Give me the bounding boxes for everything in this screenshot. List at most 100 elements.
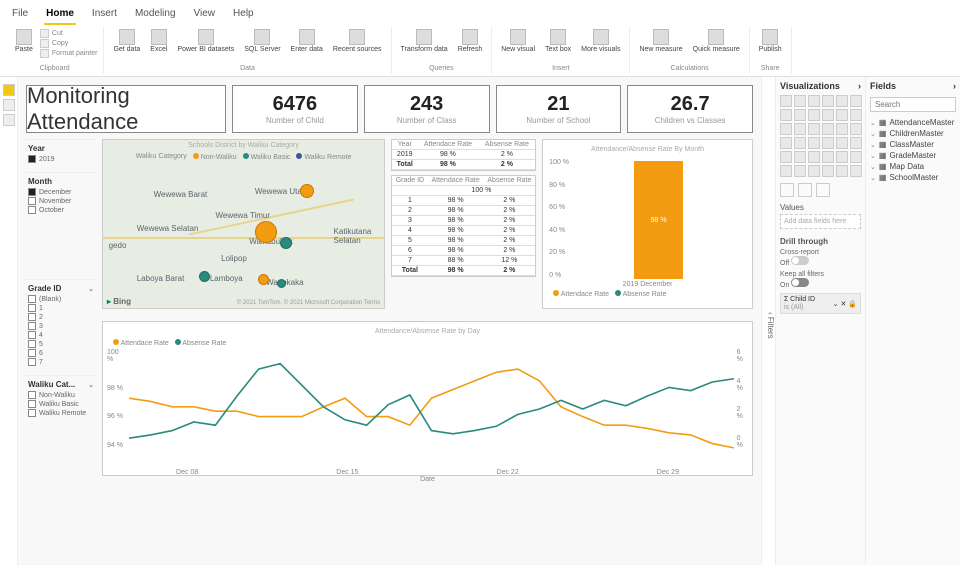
- tab-view[interactable]: View: [192, 4, 218, 25]
- line-chart[interactable]: Attendance/Absense Rate by Day Attendace…: [102, 321, 753, 476]
- field-table[interactable]: ⌄▦SchoolMaster: [870, 173, 956, 182]
- visual-type-icon[interactable]: [836, 123, 848, 135]
- quick-measure-button[interactable]: Quick measure: [690, 27, 743, 55]
- tab-home[interactable]: Home: [44, 4, 76, 25]
- slicer-option[interactable]: 2019: [28, 155, 94, 163]
- data-view-icon[interactable]: [3, 99, 15, 111]
- slicer-option[interactable]: December: [28, 188, 94, 196]
- bar-segment[interactable]: 98 %: [634, 161, 683, 279]
- filters-pane-collapsed[interactable]: ‹ Filters: [761, 77, 775, 565]
- visual-type-icon[interactable]: [794, 109, 806, 121]
- visual-type-icon[interactable]: [836, 151, 848, 163]
- fields-tab-icon[interactable]: [780, 183, 794, 197]
- visual-type-icon[interactable]: [850, 151, 862, 163]
- map-marker[interactable]: [280, 237, 292, 249]
- table-row[interactable]: 198 %2 %: [392, 196, 535, 206]
- table-row[interactable]: 398 %2 %: [392, 216, 535, 226]
- visual-type-icon[interactable]: [794, 165, 806, 177]
- grade-table[interactable]: Grade IDAttendace RateAbsense Rate 100 %…: [391, 175, 536, 277]
- visual-type-icon[interactable]: [780, 151, 792, 163]
- cross-report-toggle[interactable]: Off: [780, 256, 861, 267]
- visual-type-icon[interactable]: [850, 165, 862, 177]
- get-data-button[interactable]: Get data: [110, 27, 143, 55]
- visual-type-icon[interactable]: [822, 165, 834, 177]
- slicer-month[interactable]: Month DecemberNovemberOctober: [26, 172, 96, 217]
- kpi-classes[interactable]: 243Number of Class: [364, 85, 490, 133]
- field-table[interactable]: ⌄▦Map Data: [870, 162, 956, 171]
- drill-chip[interactable]: Σ Child IDis (All) ⌄ ✕ 🔒: [780, 293, 861, 314]
- visual-type-icon[interactable]: [850, 137, 862, 149]
- close-icon[interactable]: ✕: [840, 301, 846, 308]
- visual-type-icon[interactable]: [808, 123, 820, 135]
- copy-button[interactable]: Copy: [40, 39, 98, 48]
- format-painter-button[interactable]: Format painter: [40, 49, 98, 58]
- chevron-down-icon[interactable]: ⌄: [88, 285, 94, 293]
- tab-insert[interactable]: Insert: [90, 4, 119, 25]
- chevron-down-icon[interactable]: ⌄: [833, 301, 839, 308]
- visual-type-icon[interactable]: [808, 165, 820, 177]
- report-view-icon[interactable]: [3, 84, 15, 96]
- slicer-option[interactable]: 7: [28, 358, 94, 366]
- map-marker[interactable]: [277, 279, 286, 288]
- visual-type-icon[interactable]: [836, 109, 848, 121]
- table-row[interactable]: 498 %2 %: [392, 226, 535, 236]
- slicer-option[interactable]: 1: [28, 304, 94, 312]
- cut-button[interactable]: Cut: [40, 29, 98, 38]
- visual-picker[interactable]: [780, 95, 861, 177]
- paste-button[interactable]: Paste: [12, 27, 36, 55]
- visual-type-icon[interactable]: [822, 123, 834, 135]
- analytics-tab-icon[interactable]: [816, 183, 830, 197]
- kpi-children[interactable]: 6476Number of Child: [232, 85, 358, 133]
- visual-type-icon[interactable]: [822, 151, 834, 163]
- keep-filters-toggle[interactable]: On: [780, 278, 861, 289]
- map-marker[interactable]: [199, 271, 210, 282]
- refresh-button[interactable]: Refresh: [455, 27, 486, 55]
- new-visual-button[interactable]: New visual: [498, 27, 538, 55]
- table-row[interactable]: 598 %2 %: [392, 236, 535, 246]
- table-row[interactable]: 698 %2 %: [392, 246, 535, 256]
- visual-type-icon[interactable]: [808, 151, 820, 163]
- map-marker[interactable]: [258, 274, 269, 285]
- table-row[interactable]: 788 %12 %: [392, 256, 535, 266]
- table-row[interactable]: 298 %2 %: [392, 206, 535, 216]
- bar-chart[interactable]: Attendance/Absense Rate By Month 100 %80…: [542, 139, 753, 309]
- excel-button[interactable]: Excel: [147, 27, 170, 55]
- tab-file[interactable]: File: [10, 4, 30, 25]
- textbox-button[interactable]: Text box: [542, 27, 574, 55]
- visual-type-icon[interactable]: [794, 137, 806, 149]
- chevron-down-icon[interactable]: ⌄: [88, 381, 94, 389]
- chevron-right-icon[interactable]: ›: [858, 81, 861, 91]
- field-table[interactable]: ⌄▦ClassMaster: [870, 140, 956, 149]
- visual-type-icon[interactable]: [822, 95, 834, 107]
- recent-sources-button[interactable]: Recent sources: [330, 27, 385, 55]
- field-table[interactable]: ⌄▦AttendanceMaster: [870, 118, 956, 127]
- visual-type-icon[interactable]: [808, 109, 820, 121]
- table-row[interactable]: 201998 %2 %: [392, 150, 535, 160]
- slicer-year[interactable]: Year 2019: [26, 139, 96, 166]
- slicer-waliku[interactable]: Waliku Cat...⌄ Non-WalikuWaliku BasicWal…: [26, 375, 96, 420]
- more-visuals-button[interactable]: More visuals: [578, 27, 623, 55]
- visual-type-icon[interactable]: [850, 95, 862, 107]
- visual-type-icon[interactable]: [794, 95, 806, 107]
- field-table[interactable]: ⌄▦ChildrenMaster: [870, 129, 956, 138]
- visual-type-icon[interactable]: [794, 123, 806, 135]
- format-tab-icon[interactable]: [798, 183, 812, 197]
- slicer-option[interactable]: November: [28, 197, 94, 205]
- visual-type-icon[interactable]: [780, 109, 792, 121]
- slicer-grade[interactable]: Grade ID⌄ (Blank)1234567: [26, 279, 96, 369]
- tab-help[interactable]: Help: [231, 4, 256, 25]
- slicer-option[interactable]: 2: [28, 313, 94, 321]
- sql-button[interactable]: SQL Server: [241, 27, 283, 55]
- map-marker[interactable]: [300, 184, 314, 198]
- year-table[interactable]: YearAttendace RateAbsense Rate 201998 %2…: [391, 139, 536, 171]
- visual-type-icon[interactable]: [780, 95, 792, 107]
- visual-type-icon[interactable]: [822, 137, 834, 149]
- visual-type-icon[interactable]: [794, 151, 806, 163]
- visual-type-icon[interactable]: [808, 95, 820, 107]
- slicer-option[interactable]: Waliku Basic: [28, 400, 94, 408]
- publish-button[interactable]: Publish: [756, 27, 785, 55]
- slicer-option[interactable]: (Blank): [28, 295, 94, 303]
- slicer-option[interactable]: Waliku Remote: [28, 409, 94, 417]
- visual-type-icon[interactable]: [850, 109, 862, 121]
- visual-type-icon[interactable]: [836, 165, 848, 177]
